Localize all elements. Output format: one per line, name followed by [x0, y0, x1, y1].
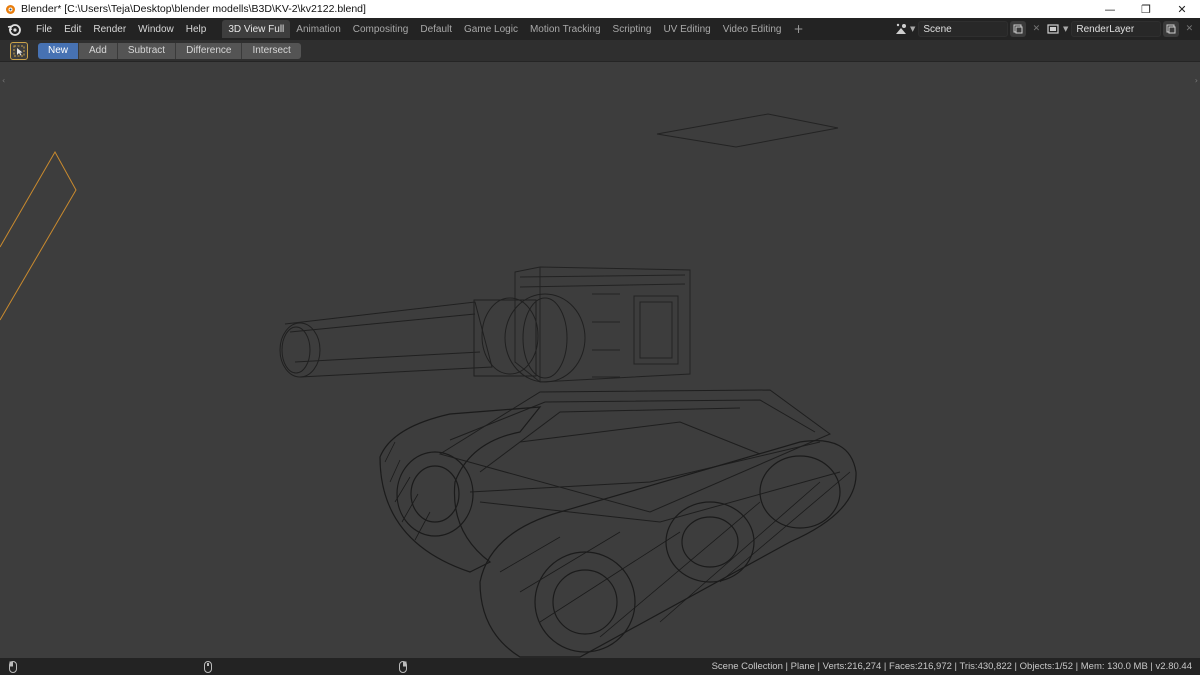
scene-icon[interactable]: [893, 21, 909, 37]
mouse-right-icon: [398, 660, 408, 673]
workspace-tabs: 3D View Full Animation Compositing Defau…: [222, 18, 809, 40]
delete-scene-icon[interactable]: ✕: [1028, 21, 1044, 37]
distant-plane-wire: [656, 113, 839, 148]
mode-subtract-button[interactable]: Subtract: [117, 42, 177, 59]
mouse-left-icon: [8, 660, 18, 673]
3d-viewport[interactable]: ‹ ›: [0, 62, 1200, 658]
mode-add-button[interactable]: Add: [79, 42, 118, 59]
maximize-button[interactable]: ❐: [1128, 0, 1164, 18]
add-workspace-button[interactable]: +: [787, 22, 809, 36]
tab-default[interactable]: Default: [414, 20, 458, 38]
tool-header: New Add Subtract Difference Intersect: [0, 40, 1200, 62]
selection-mode-group: New Add Subtract Difference Intersect: [38, 42, 301, 59]
scene-statistics: Scene Collection | Plane | Verts:216,274…: [711, 661, 1192, 672]
chevron-down-icon[interactable]: ▼: [910, 25, 915, 33]
menu-help[interactable]: Help: [180, 18, 213, 40]
render-layer-selector: ▼ RenderLayer ✕: [1046, 18, 1197, 40]
new-render-layer-button[interactable]: [1163, 21, 1180, 37]
menu-render[interactable]: Render: [87, 18, 132, 40]
window-titlebar: Blender* [C:\Users\Teja\Desktop\blender …: [0, 0, 1200, 18]
tab-uv-editing[interactable]: UV Editing: [657, 20, 716, 38]
status-bar: Scene Collection | Plane | Verts:216,274…: [0, 658, 1200, 675]
render-layer-field[interactable]: RenderLayer: [1071, 21, 1162, 37]
menu-file[interactable]: File: [30, 18, 58, 40]
mouse-middle-icon: [203, 660, 213, 673]
menu-edit[interactable]: Edit: [58, 18, 87, 40]
close-button[interactable]: ✕: [1164, 0, 1200, 18]
menu-window[interactable]: Window: [132, 18, 180, 40]
render-layer-icon[interactable]: [1046, 21, 1062, 37]
mode-difference-button[interactable]: Difference: [176, 42, 243, 59]
new-scene-button[interactable]: [1010, 21, 1027, 37]
tab-motion-tracking[interactable]: Motion Tracking: [524, 20, 607, 38]
tab-3d-view-full[interactable]: 3D View Full: [222, 20, 291, 38]
tank-wireframe-drawing: [0, 113, 857, 658]
tab-animation[interactable]: Animation: [290, 20, 346, 38]
tab-video-editing[interactable]: Video Editing: [717, 20, 788, 38]
right-track-wire: [479, 440, 857, 658]
window-controls: — ❐ ✕: [1092, 0, 1200, 18]
gun-barrel-wire: [279, 293, 586, 383]
blender-logo-icon: [4, 3, 16, 15]
tab-scripting[interactable]: Scripting: [607, 20, 658, 38]
selected-plane-outline: [0, 150, 77, 321]
minimize-button[interactable]: —: [1092, 0, 1128, 18]
select-box-icon[interactable]: [10, 41, 28, 60]
chevron-down-icon[interactable]: ▼: [1063, 25, 1068, 33]
blender-menu-icon[interactable]: [6, 21, 22, 37]
mode-new-button[interactable]: New: [38, 42, 80, 59]
mode-intersect-button[interactable]: Intersect: [242, 42, 301, 59]
scene-name-field[interactable]: Scene: [918, 21, 1009, 37]
tab-compositing[interactable]: Compositing: [347, 20, 415, 38]
scene-selector: ▼ Scene ✕: [893, 18, 1044, 40]
tab-game-logic[interactable]: Game Logic: [458, 20, 524, 38]
window-title: Blender* [C:\Users\Teja\Desktop\blender …: [21, 3, 366, 15]
blender-topbar: File Edit Render Window Help 3D View Ful…: [0, 18, 1200, 40]
delete-render-layer-icon[interactable]: ✕: [1181, 21, 1197, 37]
turret-wire: [514, 266, 691, 383]
